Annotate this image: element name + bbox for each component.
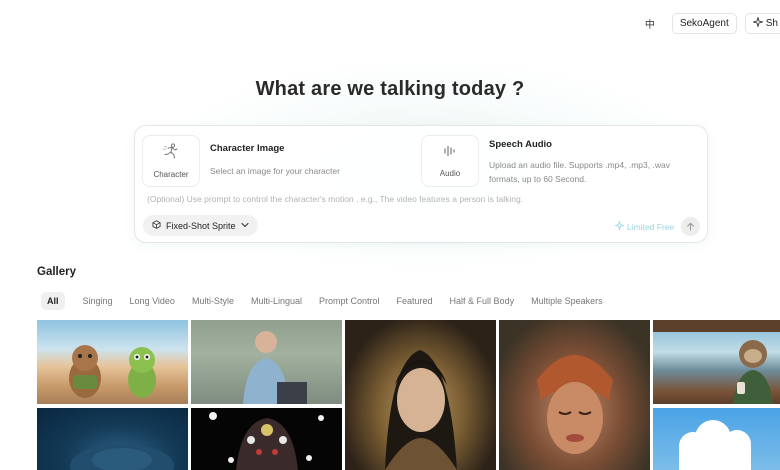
gallery-filters: All Singing Long Video Multi-Style Multi… bbox=[41, 292, 612, 310]
gallery-title: Gallery bbox=[37, 266, 76, 278]
filter-multiple-speakers[interactable]: Multiple Speakers bbox=[523, 292, 611, 310]
gallery-item-cartoon-animals[interactable] bbox=[37, 320, 188, 404]
audio-slot-label: Audio bbox=[439, 169, 461, 178]
sparkle-icon bbox=[613, 219, 626, 232]
limited-free-badge: Limited Free bbox=[613, 219, 675, 232]
audio-info: Speech Audio Upload an audio file. Suppo… bbox=[489, 139, 689, 186]
seko-agent-label: SekoAgent bbox=[679, 17, 729, 29]
audio-heading: Speech Audio bbox=[489, 139, 552, 150]
prompt-input[interactable]: (Optional) Use prompt to control the cha… bbox=[147, 194, 523, 204]
audio-description: Upload an audio file. Supports .mp4, .mp… bbox=[489, 160, 670, 184]
filter-all[interactable]: All bbox=[41, 292, 65, 310]
chevron-down-icon bbox=[240, 221, 249, 231]
audio-upload-slot[interactable]: Audio bbox=[421, 135, 479, 187]
character-heading: Character Image bbox=[210, 143, 285, 154]
gallery-item-opera-headdress[interactable] bbox=[191, 408, 342, 470]
character-upload-slot[interactable]: Character bbox=[142, 135, 200, 187]
filter-half-full-body[interactable]: Half & Full Body bbox=[442, 292, 523, 310]
character-description: Select an image for your character bbox=[210, 166, 340, 176]
sparkle-icon bbox=[751, 15, 764, 30]
character-slot-label: Character bbox=[153, 170, 189, 179]
filter-multi-lingual[interactable]: Multi-Lingual bbox=[243, 292, 310, 310]
gallery-item-sloth-train[interactable] bbox=[653, 320, 780, 404]
audio-waveform-icon bbox=[443, 144, 457, 163]
filter-prompt-control[interactable]: Prompt Control bbox=[311, 292, 388, 310]
filter-long-video[interactable]: Long Video bbox=[122, 292, 183, 310]
filter-featured[interactable]: Featured bbox=[389, 292, 441, 310]
gallery-item-clouds[interactable] bbox=[653, 408, 780, 470]
running-person-icon bbox=[163, 143, 179, 164]
gallery-item-presenter[interactable] bbox=[191, 320, 342, 404]
mode-selector[interactable]: Fixed-Shot Sprite bbox=[143, 215, 258, 236]
seko-agent-button[interactable]: SekoAgent bbox=[671, 12, 737, 34]
filter-singing[interactable]: Singing bbox=[75, 292, 121, 310]
share-button[interactable]: Sh bbox=[744, 12, 780, 34]
limited-free-label: Limited Free bbox=[627, 221, 675, 232]
gallery-item-underwater[interactable] bbox=[37, 408, 188, 470]
submit-button[interactable] bbox=[681, 217, 700, 236]
character-info: Character Image Select an image for your… bbox=[210, 143, 340, 178]
arrow-up-icon bbox=[686, 218, 695, 236]
generation-card: Character Character Image Select an imag… bbox=[134, 125, 708, 243]
page-title: What are we talking today ? bbox=[255, 78, 525, 100]
language-switch[interactable]: 中 bbox=[642, 16, 658, 31]
gallery-item-woman-portrait[interactable] bbox=[499, 320, 650, 470]
mode-label: Fixed-Shot Sprite bbox=[166, 220, 236, 231]
top-bar: 中 SekoAgent Sh bbox=[642, 12, 780, 34]
share-label: Sh bbox=[765, 17, 778, 29]
gallery-item-warrior-portrait[interactable] bbox=[345, 320, 496, 470]
cube-icon bbox=[152, 220, 161, 231]
filter-multi-style[interactable]: Multi-Style bbox=[184, 292, 242, 310]
